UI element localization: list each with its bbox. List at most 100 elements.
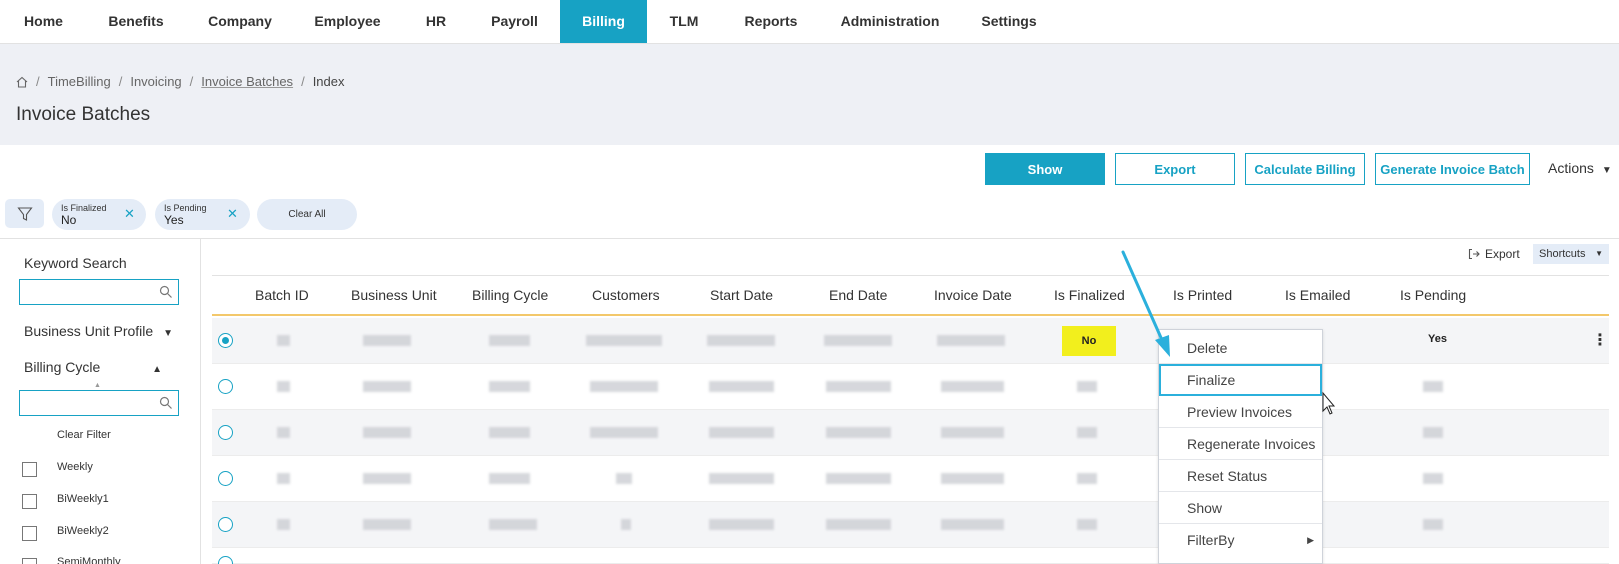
nav-hr[interactable]: HR [412, 0, 460, 43]
column-header-is-printed[interactable]: Is Printed [1173, 276, 1232, 314]
table-row[interactable] [212, 364, 1609, 410]
redacted-cell [363, 473, 411, 484]
nav-payroll[interactable]: Payroll [482, 0, 547, 43]
redacted-cell [363, 519, 411, 530]
column-header-invoice-date[interactable]: Invoice Date [934, 276, 1012, 314]
close-icon[interactable]: ✕ [124, 206, 135, 222]
close-icon[interactable]: ✕ [227, 206, 238, 222]
row-select-radio[interactable] [218, 379, 233, 394]
caret-up-icon: ▲ [152, 364, 163, 375]
redacted-cell [941, 427, 1004, 438]
redacted-cell [363, 381, 411, 392]
search-icon [159, 285, 172, 298]
redacted-cell [709, 381, 774, 392]
table-row[interactable] [212, 502, 1609, 548]
checkbox-biweekly1[interactable] [22, 494, 37, 509]
redacted-cell [489, 381, 530, 392]
column-header-is-finalized[interactable]: Is Finalized [1054, 276, 1125, 314]
nav-billing[interactable]: Billing [560, 0, 647, 43]
redacted-cell [1077, 381, 1097, 392]
column-header-batch-id[interactable]: Batch ID [255, 276, 309, 314]
column-header-business-unit[interactable]: Business Unit [351, 276, 437, 314]
filter-chip-is-pending: Is Pending Yes ✕ [155, 199, 250, 230]
redacted-cell [489, 473, 530, 484]
row-select-radio[interactable] [218, 517, 233, 532]
redacted-cell [1077, 473, 1097, 484]
checkbox-biweekly2[interactable] [22, 526, 37, 541]
table-export-button[interactable]: Export [1468, 247, 1520, 261]
column-header-end-date[interactable]: End Date [829, 276, 887, 314]
redacted-cell [1423, 473, 1443, 484]
redacted-cell [826, 427, 891, 438]
table-row[interactable] [212, 456, 1609, 502]
checkbox-weekly[interactable] [22, 462, 37, 477]
column-header-customers[interactable]: Customers [592, 276, 660, 314]
menu-item-delete[interactable]: Delete [1159, 332, 1322, 364]
shortcuts-label: Shortcuts [1539, 248, 1586, 260]
filter-button[interactable] [5, 199, 44, 228]
table-row[interactable] [212, 548, 1609, 564]
chip-label: Is Finalized [61, 203, 107, 213]
menu-item-preview-invoices[interactable]: Preview Invoices [1159, 396, 1322, 428]
actions-dropdown[interactable]: Actions ▼ [1548, 160, 1612, 176]
caret-down-icon: ▼ [163, 328, 173, 339]
filter-chip-is-finalized: Is Finalized No ✕ [52, 199, 146, 230]
column-header-billing-cycle[interactable]: Billing Cycle [472, 276, 548, 314]
show-button[interactable]: Show [985, 153, 1105, 185]
breadcrumb-timebilling[interactable]: TimeBilling [48, 74, 111, 89]
column-header-is-pending[interactable]: Is Pending [1400, 276, 1466, 314]
menu-item-filterby[interactable]: FilterBy ▶ [1159, 524, 1322, 556]
export-button[interactable]: Export [1115, 153, 1235, 185]
business-unit-profile-toggle[interactable]: Business Unit Profile ▼ [24, 323, 173, 339]
row-select-radio[interactable] [218, 333, 233, 348]
column-header-start-date[interactable]: Start Date [710, 276, 773, 314]
redacted-cell [586, 335, 662, 346]
scroll-up-icon[interactable]: ▲ [94, 382, 101, 389]
nav-tlm[interactable]: TLM [660, 0, 708, 43]
actions-label: Actions [1548, 160, 1594, 176]
chip-label: Is Pending [164, 203, 207, 213]
menu-item-reset-status[interactable]: Reset Status [1159, 460, 1322, 492]
is-finalized-badge: No [1062, 326, 1116, 356]
redacted-cell [826, 473, 891, 484]
billing-cycle-label: Billing Cycle [24, 359, 101, 375]
redacted-cell [1077, 427, 1097, 438]
row-select-radio[interactable] [218, 471, 233, 486]
checkbox-semimonthly[interactable] [22, 558, 37, 564]
table-row[interactable]: No Yes ⋮ [212, 318, 1609, 364]
menu-item-regenerate-invoices[interactable]: Regenerate Invoices [1159, 428, 1322, 460]
redacted-cell [277, 519, 290, 530]
row-select-radio[interactable] [218, 425, 233, 440]
redacted-cell [277, 381, 290, 392]
column-header-is-emailed[interactable]: Is Emailed [1285, 276, 1350, 314]
table-row[interactable] [212, 410, 1609, 456]
nav-settings[interactable]: Settings [975, 0, 1043, 43]
breadcrumb-invoicing[interactable]: Invoicing [130, 74, 181, 89]
breadcrumb-invoice-batches[interactable]: Invoice Batches [201, 74, 293, 89]
billing-cycle-toggle[interactable]: Billing Cycle ▲ [24, 359, 162, 375]
calculate-billing-button[interactable]: Calculate Billing [1245, 153, 1365, 185]
clear-filter-link[interactable]: Clear Filter [57, 429, 111, 441]
home-icon[interactable] [16, 76, 28, 88]
billing-cycle-search-input[interactable] [19, 390, 179, 416]
menu-item-show[interactable]: Show [1159, 492, 1322, 524]
nav-company[interactable]: Company [197, 0, 283, 43]
clear-all-button[interactable]: Clear All [257, 199, 357, 230]
nav-benefits[interactable]: Benefits [96, 0, 176, 43]
redacted-cell [1423, 519, 1443, 530]
redacted-cell [277, 427, 290, 438]
nav-home[interactable]: Home [12, 0, 75, 43]
caret-down-icon: ▼ [1601, 165, 1612, 176]
redacted-cell [489, 519, 537, 530]
nav-employee[interactable]: Employee [305, 0, 390, 43]
redacted-cell [1423, 427, 1443, 438]
generate-invoice-batch-button[interactable]: Generate Invoice Batch [1375, 153, 1530, 185]
row-select-radio[interactable] [218, 556, 233, 564]
menu-item-finalize[interactable]: Finalize [1159, 364, 1322, 396]
keyword-search-input[interactable] [19, 279, 179, 305]
kebab-menu-icon[interactable]: ⋮ [1592, 330, 1608, 350]
nav-administration[interactable]: Administration [832, 0, 948, 43]
nav-reports[interactable]: Reports [735, 0, 807, 43]
shortcuts-dropdown[interactable]: Shortcuts ▼ [1533, 244, 1609, 264]
breadcrumb-current: Index [312, 74, 345, 89]
